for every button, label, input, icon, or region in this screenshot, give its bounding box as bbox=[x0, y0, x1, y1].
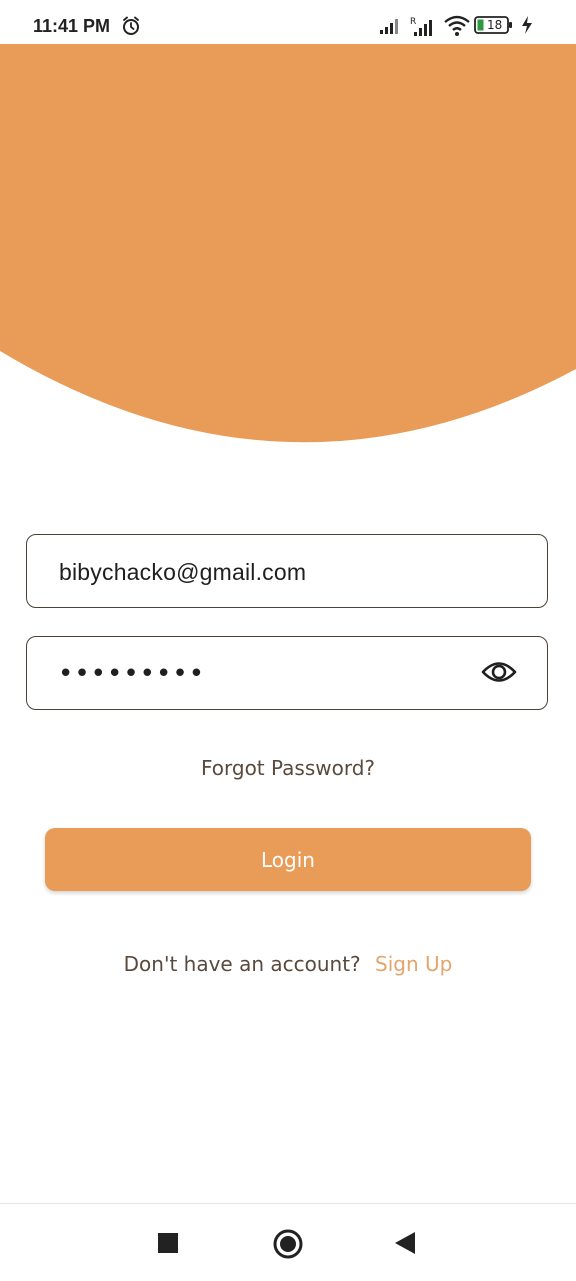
forgot-password-link[interactable]: Forgot Password? bbox=[0, 756, 576, 780]
password-field[interactable]: ••••••••• bbox=[26, 636, 548, 710]
back-icon[interactable] bbox=[394, 1231, 416, 1260]
signup-link[interactable]: Sign Up bbox=[375, 952, 452, 976]
signal-roaming-icon: R bbox=[410, 17, 432, 36]
recent-apps-icon[interactable] bbox=[157, 1232, 179, 1259]
wifi-icon bbox=[444, 15, 470, 36]
navigation-bar bbox=[0, 1203, 576, 1281]
header-arc bbox=[0, 44, 576, 443]
eye-icon[interactable] bbox=[481, 657, 517, 692]
signal-icon bbox=[380, 19, 398, 34]
status-bar: 11:41 PM R 18 bbox=[0, 0, 576, 44]
battery-level: 18 bbox=[487, 18, 503, 32]
email-value: bibychacko@gmail.com bbox=[59, 559, 307, 585]
signup-row: Don't have an account? Sign Up bbox=[0, 952, 576, 976]
status-time: 11:41 PM bbox=[33, 16, 111, 36]
password-value: ••••••••• bbox=[58, 659, 206, 689]
email-field[interactable]: bibychacko@gmail.com bbox=[26, 534, 548, 608]
header-arc-shape bbox=[0, 44, 576, 443]
login-button[interactable]: Login bbox=[45, 828, 531, 891]
charging-icon bbox=[522, 16, 532, 34]
svg-text:R: R bbox=[410, 17, 416, 27]
home-icon[interactable] bbox=[272, 1228, 304, 1265]
signup-prompt: Don't have an account? bbox=[123, 952, 361, 976]
alarm-icon bbox=[121, 16, 141, 41]
